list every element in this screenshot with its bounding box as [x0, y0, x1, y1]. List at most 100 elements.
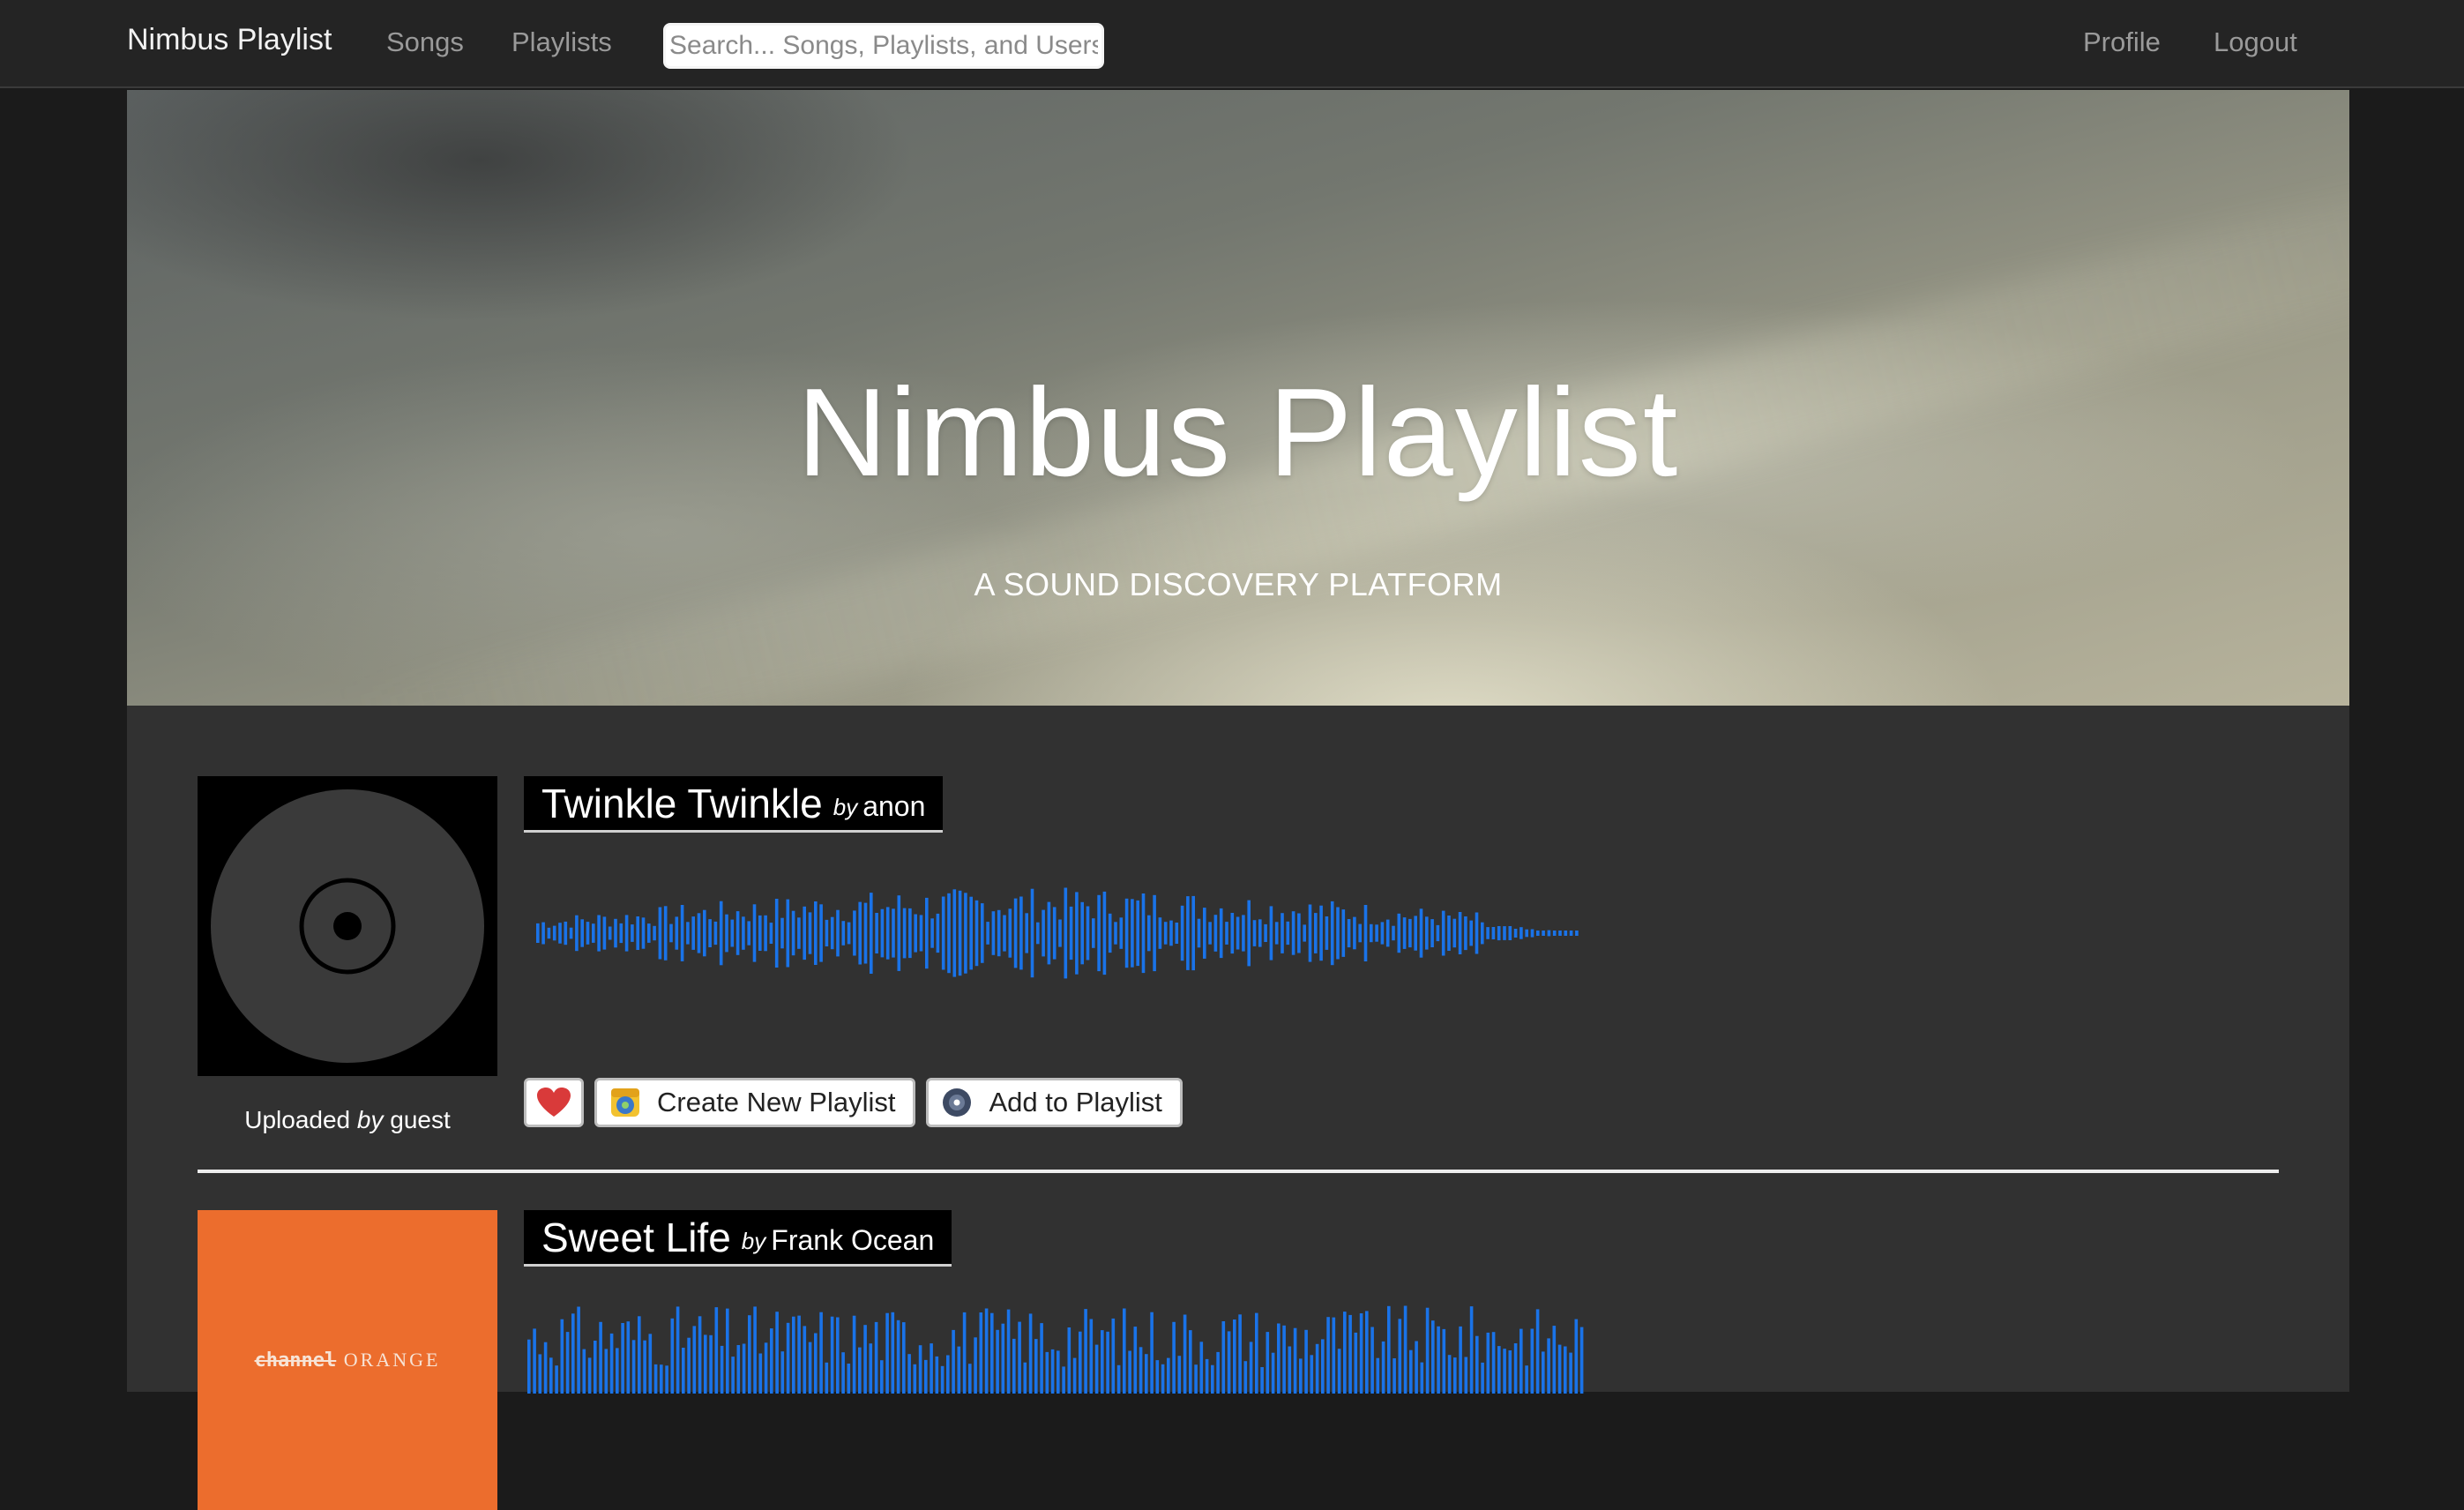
album-art[interactable]: [198, 776, 497, 1076]
waveform-player[interactable]: [524, 882, 1617, 979]
waveform-bar: [1183, 1314, 1187, 1394]
waveform-bar: [582, 1349, 586, 1394]
album-art[interactable]: channel ORANGE: [198, 1210, 497, 1510]
waveform-bar: [1497, 1346, 1501, 1394]
waveform-bar: [631, 1340, 636, 1394]
waveform-bar: [1453, 1357, 1457, 1394]
waveform-bar: [1348, 1314, 1352, 1394]
waveform-bar: [814, 1333, 818, 1394]
waveform-bar: [841, 1352, 845, 1394]
waveform-bar: [1191, 895, 1195, 971]
waveform-bar: [698, 1316, 702, 1394]
artist-name[interactable]: anon: [862, 790, 925, 823]
waveform-bar: [1452, 918, 1457, 948]
search-input[interactable]: [663, 23, 1104, 69]
nav-logout-link[interactable]: Logout: [2214, 26, 2297, 58]
waveform-bar: [1238, 1314, 1242, 1394]
waveform-bar: [841, 921, 846, 946]
waveform-bar: [708, 919, 712, 947]
waveform-bar: [1172, 1321, 1176, 1394]
waveform-bar: [902, 1322, 906, 1394]
waveform-bar: [996, 1329, 999, 1394]
artist-name[interactable]: Frank Ocean: [771, 1224, 934, 1257]
waveform-bar: [1297, 913, 1301, 953]
song-title[interactable]: Sweet Life: [541, 1214, 731, 1261]
waveform-bar: [621, 1323, 624, 1394]
song-title-box: Twinkle Twinkle by anon: [524, 776, 944, 833]
create-playlist-button[interactable]: Create New Playlist: [594, 1078, 916, 1127]
waveform-bar: [1197, 918, 1201, 948]
song-title[interactable]: Twinkle Twinkle: [541, 780, 823, 827]
waveform-bar: [941, 896, 945, 970]
waveform-bar: [1116, 1364, 1121, 1394]
nav-playlists-link[interactable]: Playlists: [511, 26, 612, 58]
waveform-bar: [1419, 908, 1423, 958]
waveform-bar: [836, 1317, 840, 1394]
waveform-bar: [986, 922, 989, 945]
nav-songs-link[interactable]: Songs: [386, 26, 464, 58]
waveform-bar: [1062, 1366, 1065, 1394]
waveform-bar: [665, 1365, 668, 1394]
like-button[interactable]: [524, 1078, 584, 1127]
waveform-bar: [682, 1348, 685, 1394]
waveform-bar: [609, 1333, 614, 1394]
waveform-bar: [1408, 918, 1412, 948]
waveform-bar: [1243, 1361, 1248, 1394]
waveform-bar: [1145, 1354, 1148, 1394]
waveform-bar: [1403, 1305, 1407, 1394]
waveform-bar: [647, 923, 651, 943]
waveform-bar: [946, 1355, 950, 1394]
navbar: Nimbus Playlist Songs Playlists Profile …: [0, 0, 2464, 88]
waveform-bar: [1459, 1326, 1462, 1394]
waveform-bar: [1326, 1317, 1330, 1394]
waveform-bar: [1175, 923, 1179, 944]
waveform-bar: [803, 906, 806, 961]
waveform-bar: [1003, 915, 1006, 952]
waveform-bar: [1111, 1318, 1116, 1394]
hero-subtitle: A SOUND DISCOVERY PLATFORM: [974, 566, 1503, 602]
waveform-bar: [719, 901, 723, 966]
waveform-bar: [1353, 916, 1356, 950]
waveform-bar: [1150, 1312, 1154, 1394]
waveform-bar: [1315, 1343, 1319, 1394]
waveform-bar: [930, 918, 934, 948]
waveform-bar: [1425, 1307, 1430, 1394]
waveform-bar: [560, 1319, 564, 1394]
waveform-bar: [1158, 917, 1162, 949]
waveform-bar: [1252, 920, 1257, 946]
nav-profile-link[interactable]: Profile: [2083, 26, 2161, 58]
waveform-bar: [764, 1342, 768, 1394]
waveform-bar: [1552, 931, 1557, 936]
waveform-bar: [836, 909, 840, 957]
waveform-bar: [726, 1308, 729, 1394]
waveform-bar: [974, 900, 979, 967]
waveform-bar: [1036, 922, 1040, 945]
waveform-bar: [1047, 901, 1051, 965]
waveform-bar: [1264, 923, 1267, 942]
brand-link[interactable]: Nimbus Playlist: [127, 23, 332, 57]
waveform-bar: [594, 1341, 597, 1394]
add-to-playlist-button[interactable]: Add to Playlist: [926, 1078, 1183, 1127]
waveform-bar: [968, 1364, 972, 1394]
waveform-bar: [680, 905, 684, 961]
waveform-bar: [1370, 923, 1373, 943]
waveform-bar: [808, 1342, 812, 1394]
waveform-player[interactable]: [524, 1298, 1617, 1394]
waveform-bar: [1552, 1326, 1557, 1394]
waveform-bar: [1097, 894, 1101, 972]
waveform-bar: [1535, 1309, 1540, 1394]
waveform-bar: [1575, 931, 1579, 936]
waveform-bar: [547, 927, 551, 939]
waveform-bar: [1557, 1344, 1562, 1394]
waveform-bar: [697, 913, 701, 953]
waveform-bar: [919, 915, 923, 952]
waveform-bar: [653, 925, 656, 941]
waveform-bar: [1513, 1343, 1518, 1394]
waveform-bar: [918, 1345, 922, 1394]
waveform-bar: [748, 1315, 751, 1394]
waveform-bar: [527, 1339, 531, 1394]
waveform-bar: [669, 923, 673, 943]
waveform-bar: [853, 910, 856, 956]
waveform-bar: [1519, 927, 1523, 939]
uploader-name[interactable]: guest: [390, 1106, 451, 1133]
